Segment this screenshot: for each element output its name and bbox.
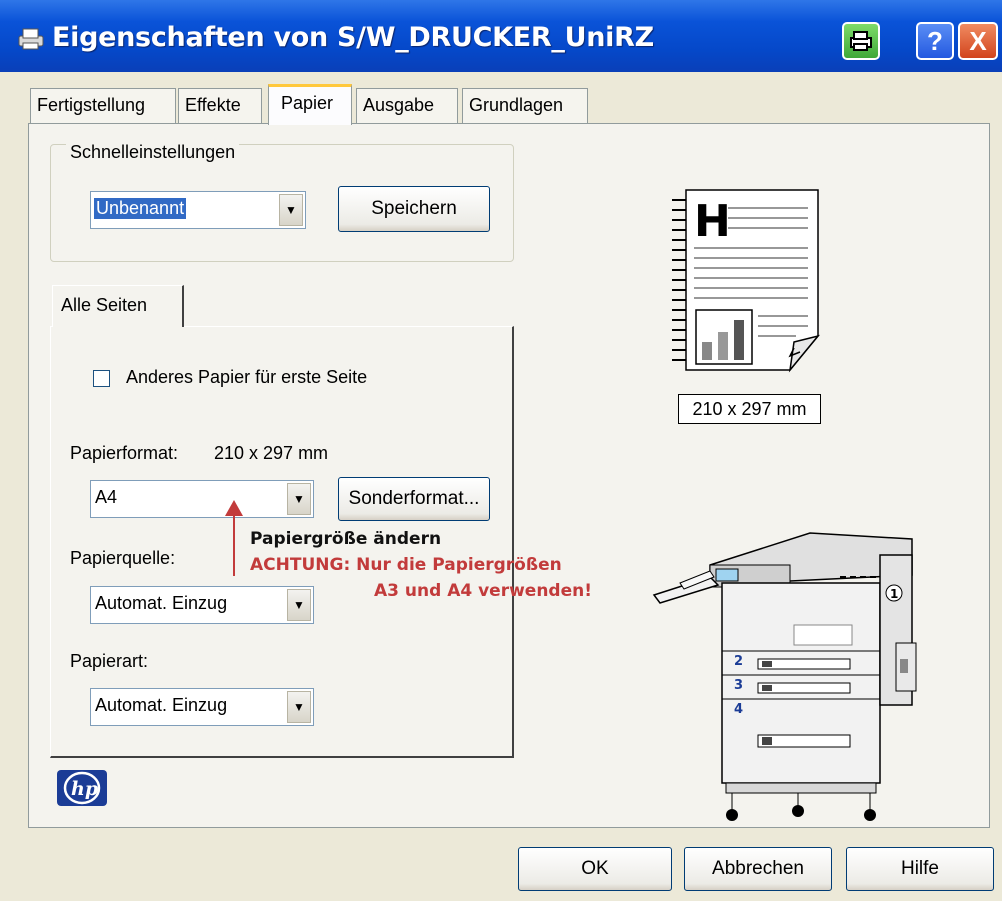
- printer-illustration-icon: 1 2 3 4: [652, 532, 917, 821]
- paper-format-label: Papierformat:: [70, 443, 179, 463]
- chevron-down-icon[interactable]: ▼: [279, 194, 303, 226]
- annotation-warning-line2: A3 und A4 verwenden!: [374, 581, 592, 601]
- quick-settings-value: Unbenannt: [94, 198, 187, 219]
- first-page-label: Anderes Papier für erste Seite: [126, 367, 368, 387]
- custom-format-button[interactable]: Sonderformat...: [338, 477, 490, 521]
- hp-logo-text: hp: [71, 778, 99, 800]
- tab-effekte[interactable]: Effekte: [178, 88, 262, 123]
- quick-settings-select[interactable]: Unbenannt ▼: [90, 191, 306, 229]
- paper-format-select[interactable]: A4 ▼: [90, 480, 314, 518]
- cancel-button[interactable]: Abbrechen: [684, 847, 832, 891]
- paper-format-value: A4: [95, 487, 118, 507]
- tray-3-label: 3: [734, 678, 743, 693]
- paper-source-label: Papierquelle:: [70, 548, 176, 568]
- help-button[interactable]: Hilfe: [846, 847, 994, 891]
- paper-source-value: Automat. Einzug: [95, 593, 228, 613]
- tab-ausgabe[interactable]: Ausgabe: [356, 88, 458, 123]
- tab-papier[interactable]: Papier: [268, 84, 352, 125]
- chevron-down-icon[interactable]: ▼: [287, 691, 311, 723]
- annotation-arrow-icon: [225, 500, 243, 576]
- preview-letter: H: [694, 196, 731, 247]
- chevron-down-icon[interactable]: ▼: [287, 589, 311, 621]
- save-button[interactable]: Speichern: [338, 186, 490, 232]
- help-title-button[interactable]: ?: [916, 22, 954, 60]
- paper-type-value: Automat. Einzug: [95, 695, 228, 715]
- tray-2-label: 2: [734, 654, 743, 669]
- tab-fertigstellung[interactable]: Fertigstellung: [30, 88, 176, 123]
- paper-type-select[interactable]: Automat. Einzug ▼: [90, 688, 314, 726]
- annotation-title: Papiergröße ändern: [250, 529, 442, 549]
- paper-source-select[interactable]: Automat. Einzug ▼: [90, 586, 314, 624]
- page-preview-icon: H: [672, 189, 821, 373]
- paper-format-size: 210 x 297 mm: [214, 443, 329, 463]
- tray-1-label: 1: [890, 587, 898, 601]
- printer-icon: [18, 28, 44, 50]
- hp-logo-icon: hp: [57, 770, 107, 806]
- preview-size-label: 210 x 297 mm: [678, 394, 821, 424]
- printer-properties-dialog: Eigenschaften von S/W_DRUCKER_UniRZ ? X …: [0, 0, 1002, 901]
- chevron-down-icon[interactable]: ▼: [287, 483, 311, 515]
- ok-button[interactable]: OK: [518, 847, 672, 891]
- first-page-checkbox[interactable]: [93, 370, 110, 387]
- paper-type-label: Papierart:: [70, 651, 149, 671]
- tray-4-label: 4: [734, 702, 743, 717]
- print-icon[interactable]: [842, 22, 880, 60]
- tab-grundlagen[interactable]: Grundlagen: [462, 88, 588, 123]
- quick-settings-legend: Schnelleinstellungen: [66, 142, 240, 163]
- annotation-warning-line1: ACHTUNG: Nur die Papiergrößen: [250, 555, 562, 575]
- close-button[interactable]: X: [958, 22, 998, 60]
- tab-alle-seiten[interactable]: Alle Seiten: [52, 285, 184, 327]
- window-title: Eigenschaften von S/W_DRUCKER_UniRZ: [52, 22, 654, 53]
- title-bar[interactable]: Eigenschaften von S/W_DRUCKER_UniRZ ? X: [0, 0, 1002, 72]
